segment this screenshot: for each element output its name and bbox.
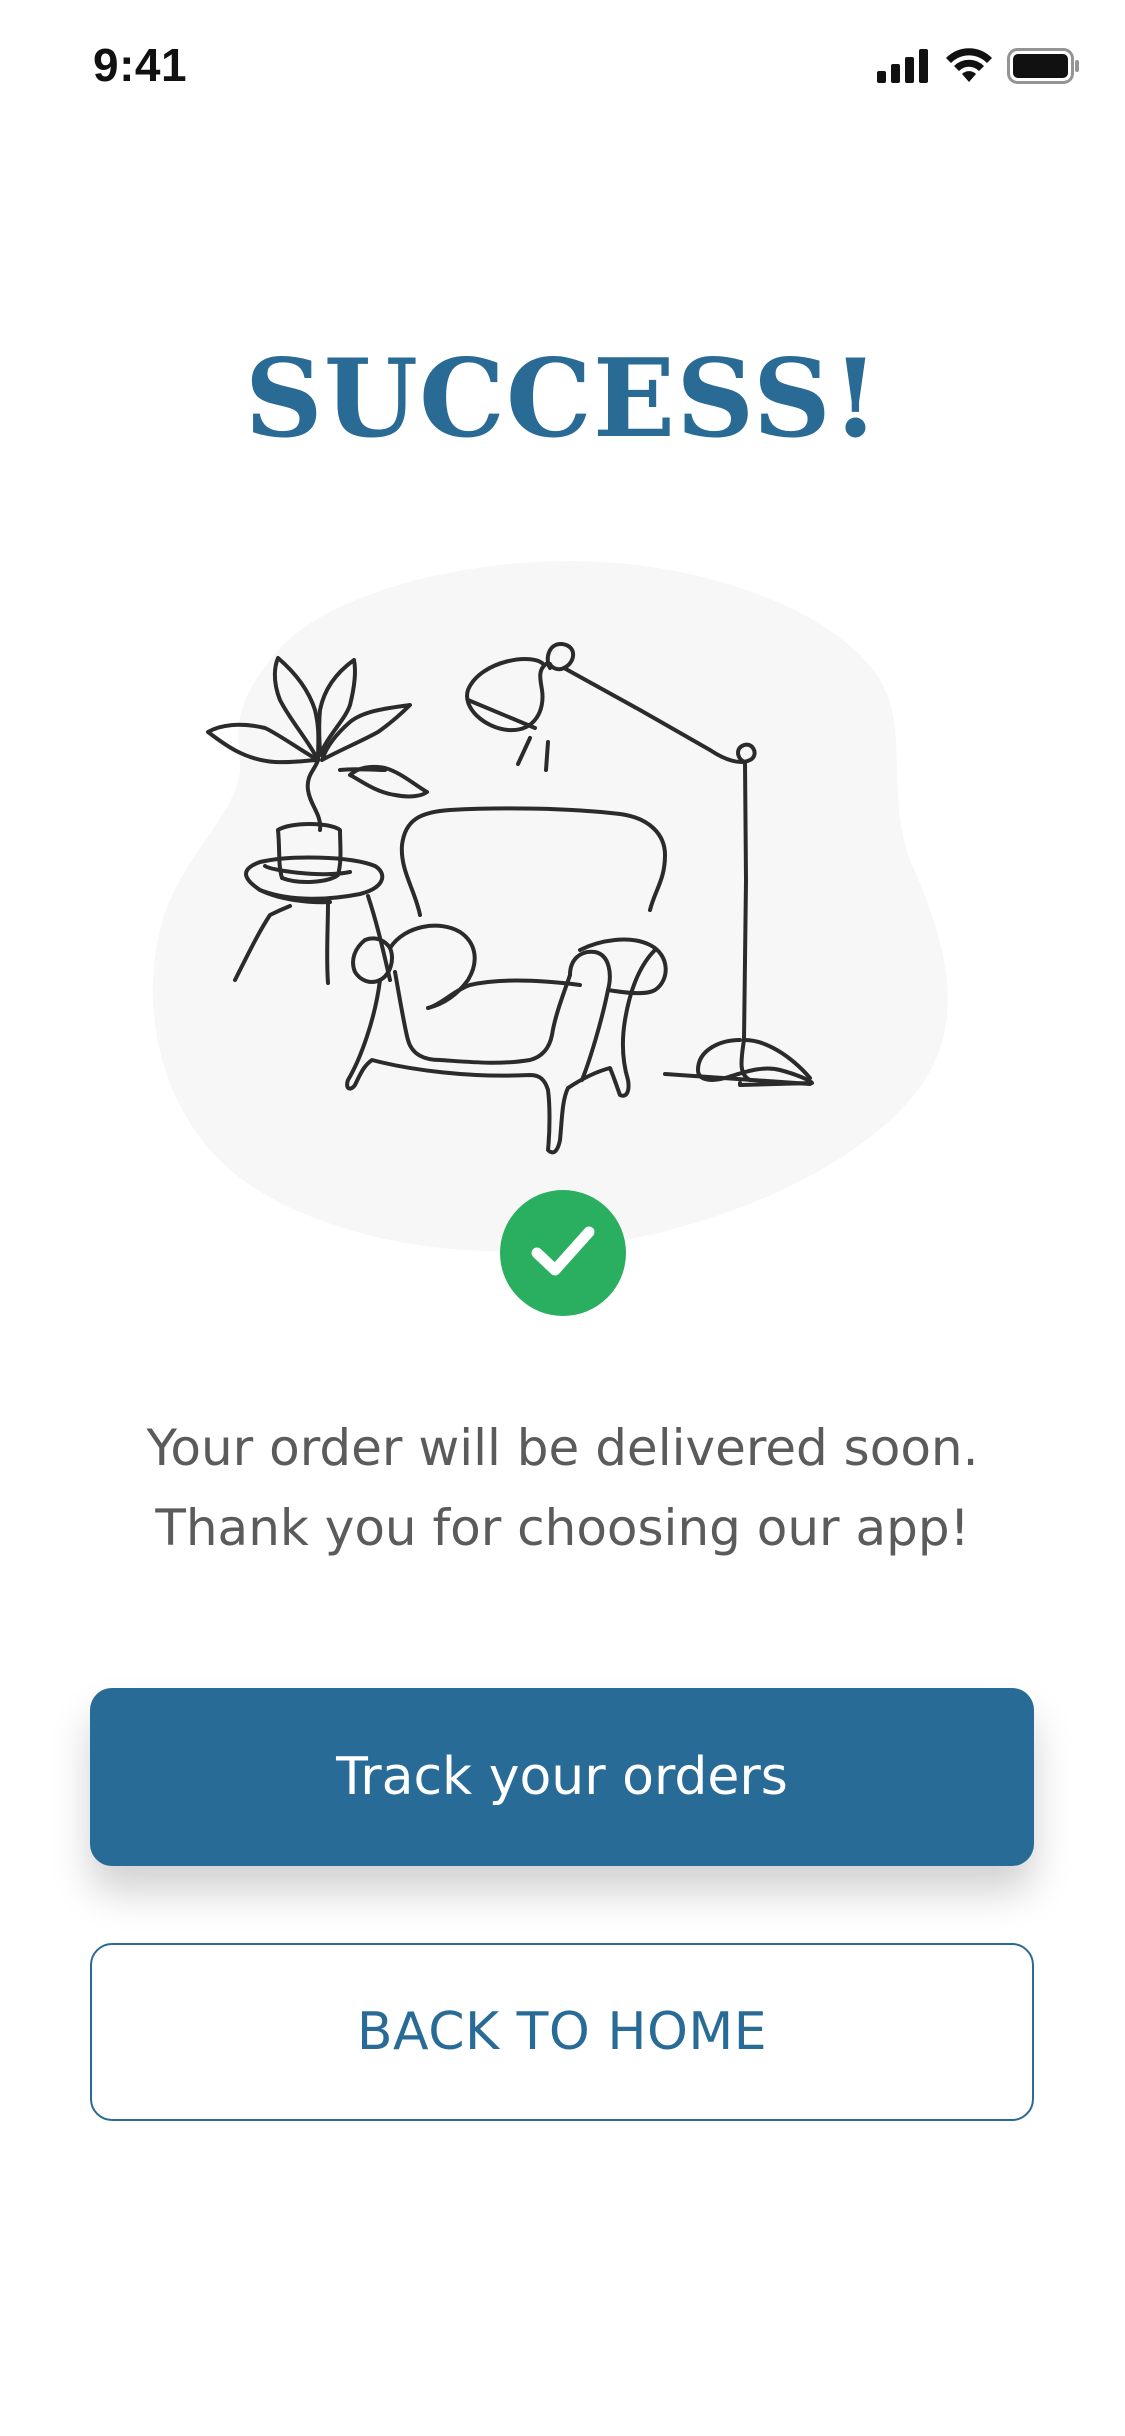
wifi-icon: [945, 47, 993, 89]
track-orders-button[interactable]: Track your orders: [90, 1688, 1034, 1866]
cellular-signal-icon: [877, 48, 931, 88]
back-to-home-button[interactable]: BACK TO HOME: [90, 1943, 1034, 2121]
message-line-1: Your order will be delivered soon.: [146, 1419, 979, 1477]
order-success-screen: 9:41 SUCCESS! Your order will be deliver…: [0, 0, 1125, 2436]
checkmark-icon: [528, 1221, 598, 1286]
status-icons: [877, 47, 1081, 89]
success-check-badge: [500, 1190, 626, 1316]
battery-icon: [1007, 47, 1081, 89]
status-time: 9:41: [93, 39, 188, 91]
furniture-illustration: [150, 560, 970, 1260]
status-bar: 9:41: [0, 0, 1125, 140]
confirmation-message: Your order will be delivered soon. Thank…: [0, 1408, 1125, 1568]
page-title: SUCCESS!: [244, 336, 881, 462]
message-line-2: Thank you for choosing our app!: [155, 1499, 970, 1557]
